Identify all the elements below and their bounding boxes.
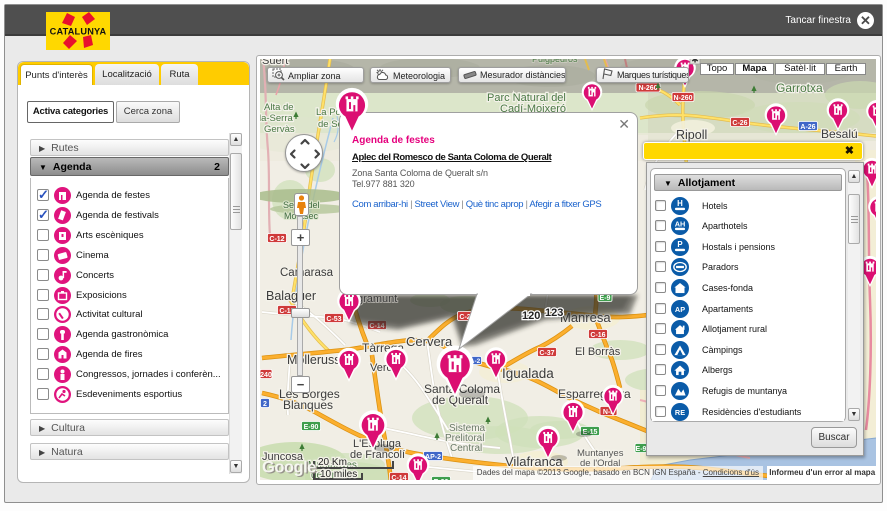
svg-text:C-16: C-16	[590, 332, 605, 339]
svg-text:C-25: C-25	[459, 314, 474, 321]
svg-text:Balaguer: Balaguer	[266, 289, 316, 303]
svg-text:120: 120	[522, 310, 540, 322]
svg-text:Gervàs: Gervàs	[264, 124, 295, 135]
svg-text:Camarasa: Camarasa	[280, 267, 334, 279]
svg-text:A-26: A-26	[800, 124, 815, 131]
svg-text:Alta de: Alta de	[264, 102, 294, 113]
svg-text:C-26: C-26	[732, 120, 747, 127]
svg-text:AP: AP	[675, 304, 685, 313]
svg-text:Google: Google	[262, 459, 316, 477]
svg-text:N-260: N-260	[638, 85, 657, 92]
svg-text:Puigpedrós: Puigpedrós	[532, 59, 578, 64]
svg-text:240: 240	[260, 372, 272, 379]
svg-text:P: P	[677, 240, 682, 249]
svg-text:C-53: C-53	[326, 316, 341, 323]
svg-text:10 miles: 10 miles	[320, 469, 357, 480]
svg-text:E-90: E-90	[434, 479, 449, 480]
svg-text:Besalú: Besalú	[821, 127, 858, 141]
svg-text:AH: AH	[675, 220, 686, 229]
svg-text:Ripoll: Ripoll	[676, 128, 707, 142]
svg-text:C-12: C-12	[269, 236, 284, 243]
svg-text:Suert: Suert	[262, 59, 288, 67]
svg-text:E-9: E-9	[600, 295, 611, 302]
svg-text:✱: ✱	[691, 59, 699, 65]
svg-text:El Borràs: El Borràs	[575, 346, 621, 358]
svg-text:Igualada: Igualada	[502, 366, 554, 381]
svg-text:H: H	[677, 199, 683, 208]
svg-text:CATALUNYA: CATALUNYA	[50, 27, 107, 37]
svg-text:E-90: E-90	[304, 424, 319, 431]
svg-text:Blanques: Blanques	[283, 398, 333, 412]
svg-text:2: 2	[263, 401, 267, 408]
svg-text:Central: Central	[450, 443, 482, 454]
svg-text:123: 123	[545, 307, 563, 319]
svg-text:C-14: C-14	[391, 475, 406, 480]
svg-text:Cervera: Cervera	[406, 334, 453, 349]
svg-text:20 Km: 20 Km	[318, 457, 347, 468]
svg-text:RE: RE	[675, 407, 685, 416]
svg-text:la-Serra: la-Serra	[260, 113, 294, 124]
svg-text:Garrotxa: Garrotxa	[776, 81, 823, 95]
svg-text:E-9: E-9	[636, 446, 647, 453]
svg-text:C-37: C-37	[539, 350, 554, 357]
svg-text:N-260: N-260	[673, 95, 692, 102]
